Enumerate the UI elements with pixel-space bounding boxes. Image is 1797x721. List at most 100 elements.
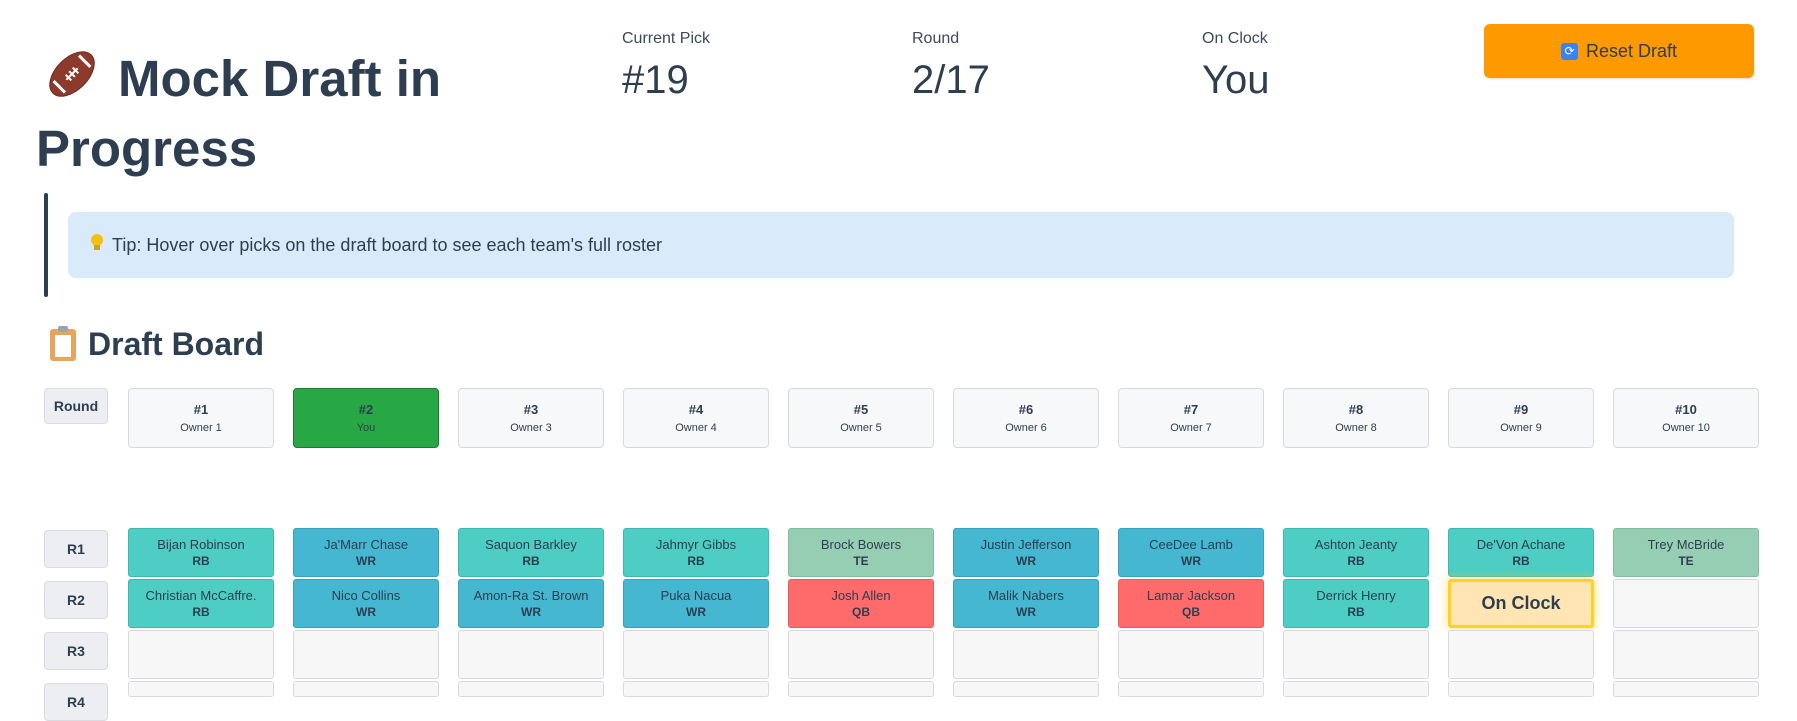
team-owner: Owner 6 <box>1005 422 1047 434</box>
team-number: #5 <box>853 402 869 417</box>
team-number: #8 <box>1348 402 1364 417</box>
tip-accent-bar <box>44 193 48 297</box>
empty-pick-cell <box>953 630 1099 679</box>
reset-draft-button[interactable]: ⟳ Reset Draft <box>1484 24 1754 78</box>
team-header-10[interactable]: #10 Owner 10 <box>1613 388 1759 448</box>
pick-cell[interactable]: Saquon Barkley RB <box>458 528 604 577</box>
player-name: Jahmyr Gibbs <box>655 536 737 552</box>
team-number: #6 <box>1018 402 1034 417</box>
empty-pick-cell <box>293 681 439 697</box>
pick-cell[interactable]: Bijan Robinson RB <box>128 528 274 577</box>
player-position: WR <box>1016 553 1036 568</box>
team-number: #1 <box>193 402 209 417</box>
team-owner: Owner 1 <box>180 422 222 434</box>
team-header-8[interactable]: #8 Owner 8 <box>1283 388 1429 448</box>
empty-pick-cell <box>623 630 769 679</box>
player-name: Josh Allen <box>831 587 891 603</box>
on-clock-cell[interactable]: On Clock <box>1448 579 1594 628</box>
player-name: Ja'Marr Chase <box>323 536 409 552</box>
empty-pick-cell <box>1448 630 1594 679</box>
lightbulb-icon <box>90 233 104 257</box>
player-name: Malik Nabers <box>988 587 1064 603</box>
team-owner: Owner 3 <box>510 422 552 434</box>
player-position: RB <box>687 553 705 568</box>
player-name: Derrick Henry <box>1316 587 1396 603</box>
metric-value: 2/17 <box>912 58 990 102</box>
pick-cell[interactable]: CeeDee Lamb WR <box>1118 528 1264 577</box>
team-header-9[interactable]: #9 Owner 9 <box>1448 388 1594 448</box>
metric-round: Round 2/17 <box>912 30 990 103</box>
pick-cell[interactable]: Puka Nacua WR <box>623 579 769 628</box>
empty-pick-cell <box>458 630 604 679</box>
pick-cell[interactable]: Lamar Jackson QB <box>1118 579 1264 628</box>
player-position: WR <box>1181 553 1201 568</box>
pick-cell[interactable]: Malik Nabers WR <box>953 579 1099 628</box>
metric-label: Current Pick <box>622 30 711 47</box>
page-title: Mock Draft in Progress <box>36 46 514 181</box>
team-number: #7 <box>1183 402 1199 417</box>
round-label-r4: R4 <box>44 683 108 721</box>
empty-pick-cell <box>458 681 604 697</box>
team-header-5[interactable]: #5 Owner 5 <box>788 388 934 448</box>
player-name: Lamar Jackson <box>1146 587 1236 603</box>
player-name: Ashton Jeanty <box>1314 536 1398 552</box>
team-owner: You <box>356 422 376 434</box>
player-position: WR <box>686 604 706 619</box>
round-label-r2: R2 <box>44 581 108 619</box>
pick-cell[interactable]: Jahmyr Gibbs RB <box>623 528 769 577</box>
pick-cell[interactable]: Christian McCaffre. RB <box>128 579 274 628</box>
metric-on-clock: On Clock You <box>1202 30 1270 103</box>
pick-cell[interactable]: Josh Allen QB <box>788 579 934 628</box>
pick-cell[interactable]: Amon-Ra St. Brown WR <box>458 579 604 628</box>
player-name: Puka Nacua <box>660 587 732 603</box>
tip-banner: Tip: Hover over picks on the draft board… <box>68 212 1734 278</box>
on-clock-label: On Clock <box>1481 593 1561 613</box>
team-owner: Owner 10 <box>1662 422 1710 434</box>
team-header-2[interactable]: #2 You <box>293 388 439 448</box>
pick-cell[interactable]: Justin Jefferson WR <box>953 528 1099 577</box>
pick-cell[interactable]: De'Von Achane RB <box>1448 528 1594 577</box>
team-owner: Owner 4 <box>675 422 717 434</box>
team-number: #10 <box>1675 402 1697 417</box>
round-label-r1: R1 <box>44 530 108 568</box>
player-name: De'Von Achane <box>1476 536 1566 552</box>
team-owner: Owner 8 <box>1335 422 1377 434</box>
pick-cell[interactable]: Ashton Jeanty RB <box>1283 528 1429 577</box>
player-name: Bijan Robinson <box>157 536 245 552</box>
player-position: RB <box>522 553 540 568</box>
team-header-7[interactable]: #7 Owner 7 <box>1118 388 1264 448</box>
player-name: Trey McBride <box>1647 536 1725 552</box>
player-position: TE <box>1678 553 1694 568</box>
player-position: WR <box>1016 604 1036 619</box>
round-label-r3: R3 <box>44 632 108 670</box>
reset-draft-label: Reset Draft <box>1585 40 1678 61</box>
pick-cell[interactable]: Trey McBride TE <box>1613 528 1759 577</box>
empty-pick-cell <box>1118 681 1264 697</box>
empty-pick-cell <box>1118 630 1264 679</box>
pick-cell[interactable]: Ja'Marr Chase WR <box>293 528 439 577</box>
player-position: RB <box>192 553 210 568</box>
team-header-1[interactable]: #1 Owner 1 <box>128 388 274 448</box>
metric-current-pick: Current Pick #19 <box>622 30 710 103</box>
team-header-4[interactable]: #4 Owner 4 <box>623 388 769 448</box>
pick-cell[interactable]: Brock Bowers TE <box>788 528 934 577</box>
refresh-icon: ⟳ <box>1560 42 1578 60</box>
player-position: WR <box>356 604 376 619</box>
team-number: #3 <box>523 402 539 417</box>
metric-label: Round <box>912 30 960 47</box>
metric-value: You <box>1202 58 1270 102</box>
draft-board-title: Draft Board <box>50 325 264 363</box>
player-position: QB <box>852 604 870 619</box>
pick-cell[interactable]: Derrick Henry RB <box>1283 579 1429 628</box>
player-position: TE <box>853 553 869 568</box>
football-icon <box>44 46 100 117</box>
metric-value: #19 <box>622 58 689 102</box>
round-header: Round <box>44 388 108 424</box>
clipboard-icon <box>50 325 76 361</box>
player-name: Nico Collins <box>331 587 401 603</box>
pick-cell[interactable]: Nico Collins WR <box>293 579 439 628</box>
team-header-6[interactable]: #6 Owner 6 <box>953 388 1099 448</box>
player-name: CeeDee Lamb <box>1149 536 1233 552</box>
team-header-3[interactable]: #3 Owner 3 <box>458 388 604 448</box>
player-position: RB <box>1347 553 1365 568</box>
